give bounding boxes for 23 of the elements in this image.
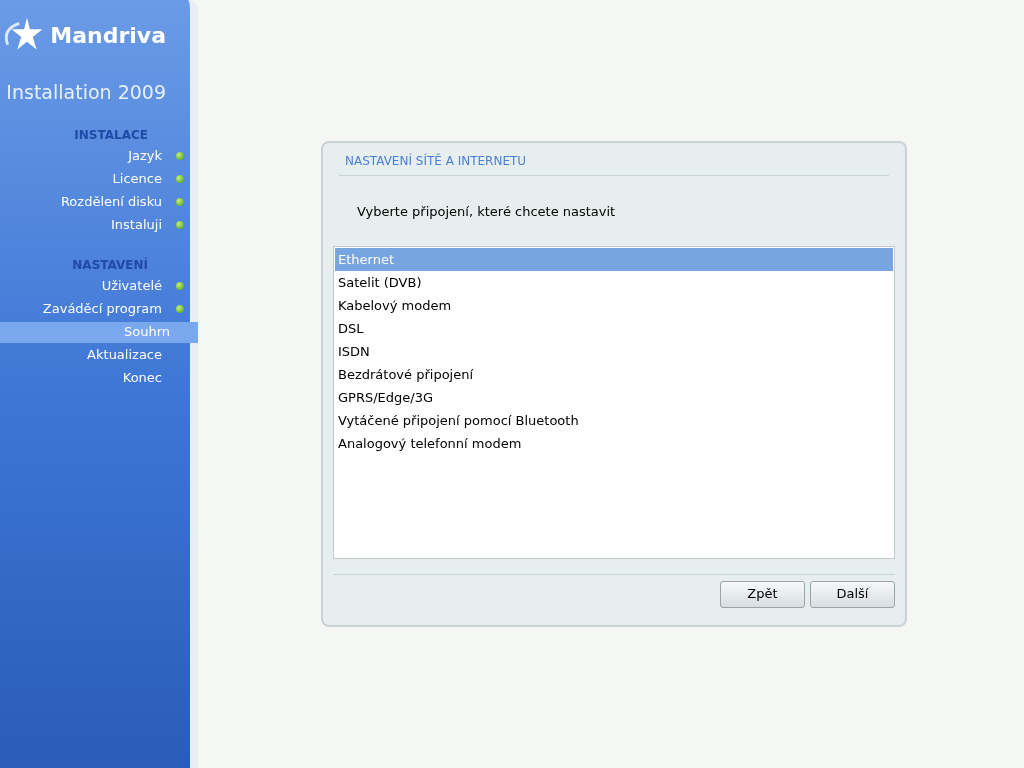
- list-item[interactable]: Bezdrátové připojení: [335, 362, 893, 386]
- list-item[interactable]: DSL: [335, 316, 893, 340]
- logo-text: Mandriva: [50, 21, 166, 50]
- list-item[interactable]: GPRS/Edge/3G: [335, 385, 893, 409]
- sidebar-item[interactable]: Aktualizace: [0, 344, 190, 366]
- section-heading: INSTALACE: [73, 126, 149, 144]
- section-heading: NASTAVENÍ: [71, 256, 149, 274]
- list-item[interactable]: Satelit (DVB): [335, 270, 893, 294]
- list-item[interactable]: Analogový telefonní modem: [335, 431, 893, 455]
- installer-subtitle: Installation 2009: [5, 80, 167, 105]
- list-item[interactable]: Kabelový modem: [335, 293, 893, 317]
- sidebar-item[interactable]: Rozdělení disku: [0, 191, 190, 213]
- sidebar-item[interactable]: Zaváděcí program: [0, 298, 190, 320]
- nav-button[interactable]: Zpět: [720, 580, 805, 608]
- prompt-text: Vyberte připojení, které chcete nastavit: [356, 203, 617, 221]
- sidebar-item[interactable]: Uživatelé: [0, 275, 190, 297]
- list-item[interactable]: Vytáčené připojení pomocí Bluetooth: [335, 408, 893, 432]
- connection-list[interactable]: Ethernet Satelit (DVB) Kabelový modem DSL ISDN Bezdrátové připojení GPRS/Edge/3G Vytáčené připojení pomocí Bluetooth Analogový telefonní modem: [333, 245, 895, 559]
- dialog-title: NASTAVENÍ SÍTĚ A INTERNETU: [339, 143, 889, 176]
- list-item[interactable]: ISDN: [335, 339, 893, 363]
- sidebar-item[interactable]: Instaluji: [0, 214, 190, 236]
- nav-button[interactable]: Další: [810, 580, 895, 608]
- sidebar-item[interactable]: Konec: [0, 367, 190, 389]
